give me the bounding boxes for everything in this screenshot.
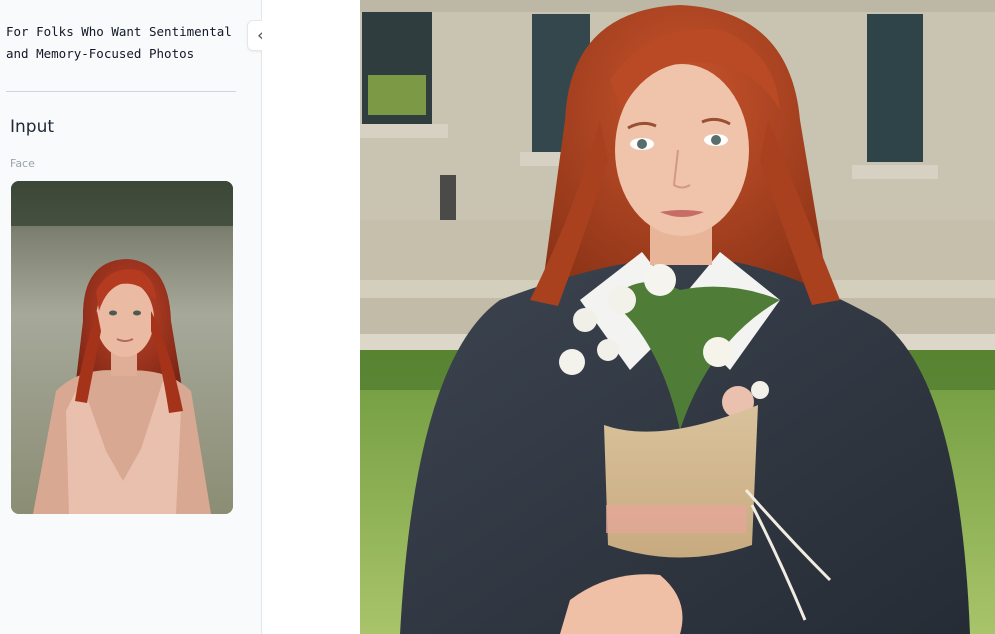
tagline: For Folks Who Want Sentimental and Memor…	[6, 24, 232, 61]
face-field-label: Face	[10, 157, 35, 170]
result-image[interactable]	[360, 0, 995, 634]
input-section-title: Input	[10, 117, 55, 137]
content-gap	[262, 0, 360, 634]
sidebar: For Folks Who Want Sentimental and Memor…	[0, 0, 262, 634]
divider	[6, 91, 236, 92]
face-input-image[interactable]	[11, 181, 233, 514]
